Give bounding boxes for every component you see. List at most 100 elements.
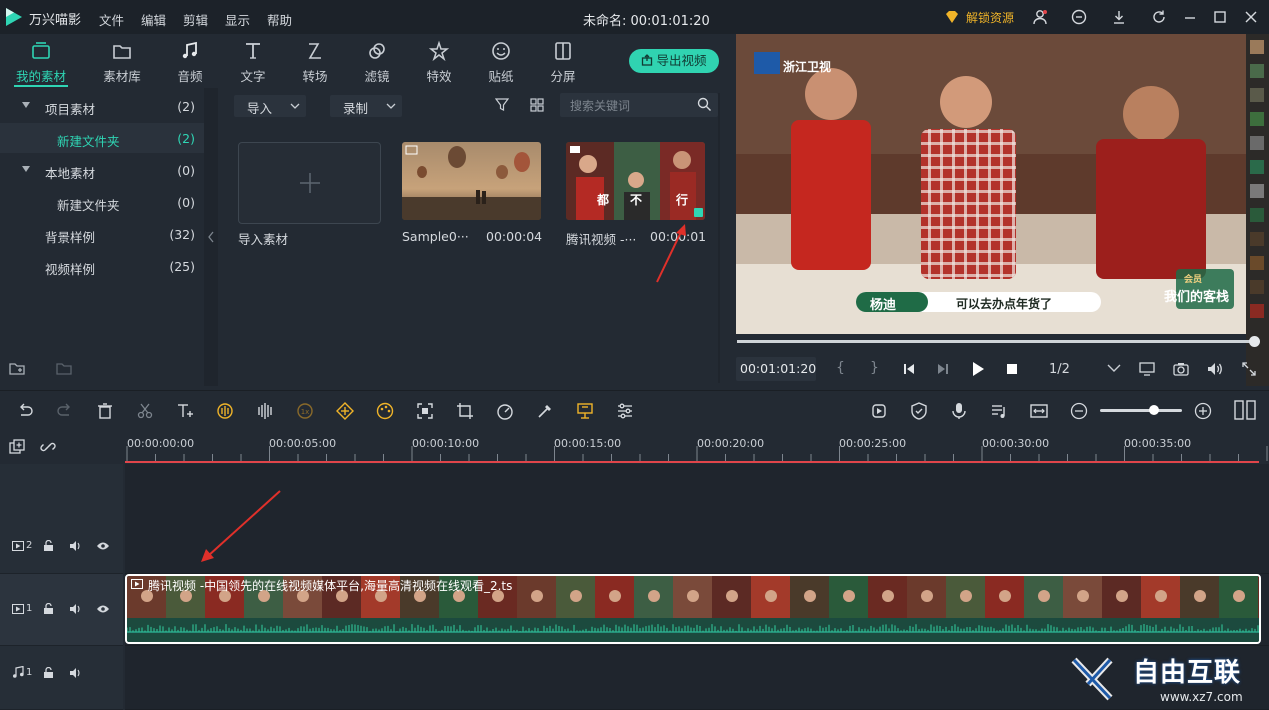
- menu-clip[interactable]: 剪辑: [183, 10, 208, 29]
- volume-icon[interactable]: [1207, 361, 1223, 377]
- maximize-icon[interactable]: [1212, 9, 1228, 25]
- import-dropdown[interactable]: 导入: [234, 95, 306, 117]
- tab-text[interactable]: 文字: [223, 38, 283, 86]
- record-dropdown[interactable]: 录制: [330, 95, 402, 117]
- grid-view-icon[interactable]: [530, 98, 544, 112]
- media-thumb-sample[interactable]: [402, 142, 541, 220]
- layout-toggle-icon[interactable]: [1234, 400, 1256, 420]
- minimize-icon[interactable]: [1182, 9, 1198, 25]
- fullscreen-icon[interactable]: [1241, 361, 1257, 377]
- play-icon[interactable]: [971, 361, 985, 377]
- render-preview-icon[interactable]: [870, 402, 888, 420]
- crop-zoom-icon[interactable]: [416, 402, 434, 420]
- media-thumb-tencent[interactable]: 都 不 行: [566, 142, 705, 220]
- tree-item-new-folder-local[interactable]: 新建文件夹 (0): [0, 187, 204, 217]
- ruler-tick-label: 00:00:05:00: [269, 437, 337, 450]
- tab-my-media[interactable]: 我的素材: [11, 38, 71, 86]
- cut-icon[interactable]: [136, 402, 154, 420]
- lock-icon[interactable]: [43, 603, 54, 615]
- new-folder-icon[interactable]: [9, 360, 25, 376]
- tree-item-count: (2): [177, 99, 195, 114]
- clip-frame-face: [960, 590, 972, 602]
- display-icon[interactable]: [1139, 361, 1155, 377]
- tab-library[interactable]: 素材库: [92, 38, 152, 86]
- annotation-arrow-icon: [201, 490, 281, 562]
- adjust-settings-icon[interactable]: [616, 402, 634, 420]
- menu-file[interactable]: 文件: [99, 10, 124, 29]
- keyframe-icon[interactable]: [336, 402, 354, 420]
- tree-item-project-media[interactable]: 项目素材 (2): [0, 91, 204, 121]
- zoom-slider-track[interactable]: [1100, 409, 1182, 412]
- delete-icon[interactable]: [96, 402, 114, 420]
- annotation-arrow-icon: [656, 224, 686, 283]
- video-preview[interactable]: 浙江卫视 杨迪 可以去办点年货了 会员 我们的客栈: [736, 34, 1246, 334]
- text-tool-icon[interactable]: [176, 402, 194, 420]
- download-icon[interactable]: [1111, 9, 1127, 25]
- color-picker-icon[interactable]: [536, 402, 554, 420]
- color-palette-icon[interactable]: [376, 402, 394, 420]
- eye-icon[interactable]: [96, 604, 110, 614]
- lock-icon[interactable]: [43, 540, 54, 552]
- eye-icon[interactable]: [96, 541, 110, 551]
- menu-view[interactable]: 显示: [225, 10, 250, 29]
- tree-item-local-media[interactable]: 本地素材 (0): [0, 155, 204, 185]
- feedback-icon[interactable]: [1071, 9, 1087, 25]
- user-icon[interactable]: [1032, 9, 1048, 25]
- microphone-icon[interactable]: [950, 402, 968, 420]
- tab-audio[interactable]: 音频: [160, 38, 220, 86]
- mark-in-button[interactable]: {: [836, 360, 845, 376]
- speaker-icon[interactable]: [69, 603, 83, 615]
- folder-icon[interactable]: [56, 360, 72, 376]
- lock-icon[interactable]: [43, 667, 54, 679]
- fit-timeline-icon[interactable]: [1030, 402, 1048, 420]
- speaker-icon[interactable]: [69, 540, 83, 552]
- refresh-icon[interactable]: [1151, 9, 1167, 25]
- search-icon[interactable]: [697, 97, 712, 112]
- import-media-tile[interactable]: [238, 142, 381, 224]
- menu-edit[interactable]: 编辑: [141, 10, 166, 29]
- tab-effects[interactable]: 特效: [409, 38, 469, 86]
- track-video-2[interactable]: [125, 464, 1269, 574]
- speed-icon[interactable]: [496, 402, 514, 420]
- speaker-icon[interactable]: [69, 667, 83, 679]
- preview-quality-select[interactable]: 1/2: [1049, 362, 1070, 377]
- tree-item-background-samples[interactable]: 背景样例 (32): [0, 219, 204, 249]
- stop-icon[interactable]: [1005, 362, 1019, 376]
- panel-splitter[interactable]: [204, 88, 218, 386]
- split-audio-icon[interactable]: [256, 402, 274, 420]
- filter-funnel-icon[interactable]: [495, 98, 509, 112]
- tree-item-label: 新建文件夹: [57, 198, 120, 213]
- tree-item-video-samples[interactable]: 视频样例 (25): [0, 251, 204, 281]
- tree-item-new-folder[interactable]: 新建文件夹 (2): [0, 123, 204, 153]
- zoom-slider-knob[interactable]: [1149, 405, 1159, 415]
- redo-icon[interactable]: [56, 402, 74, 420]
- snapshot-camera-icon[interactable]: [1173, 361, 1189, 377]
- audio-detach-icon[interactable]: [216, 402, 234, 420]
- close-icon[interactable]: [1243, 9, 1259, 25]
- tab-split-screen[interactable]: 分屏: [533, 38, 593, 86]
- shield-icon[interactable]: [910, 402, 928, 420]
- expand-caret-icon[interactable]: [22, 102, 30, 108]
- zoom-in-icon[interactable]: [1194, 402, 1212, 420]
- prev-frame-icon[interactable]: [902, 362, 916, 376]
- voiceover-list-icon[interactable]: [990, 402, 1008, 420]
- chevron-down-icon[interactable]: [1107, 364, 1121, 373]
- speed-badge-icon[interactable]: 1x: [296, 402, 314, 420]
- crop-icon[interactable]: [456, 402, 474, 420]
- undo-icon[interactable]: [16, 402, 34, 420]
- zoom-out-icon[interactable]: [1070, 402, 1088, 420]
- export-button[interactable]: 导出视频: [629, 49, 719, 73]
- add-track-icon[interactable]: [9, 439, 25, 455]
- link-icon[interactable]: [40, 439, 56, 455]
- green-screen-icon[interactable]: [576, 402, 594, 420]
- playback-progress-knob[interactable]: [1249, 336, 1260, 347]
- playback-progress-bar[interactable]: [737, 340, 1254, 343]
- expand-caret-icon[interactable]: [22, 166, 30, 172]
- clip-frame-face: [804, 590, 816, 602]
- next-frame-icon[interactable]: [936, 362, 950, 376]
- mark-out-button[interactable]: }: [870, 360, 879, 376]
- menu-help[interactable]: 帮助: [267, 10, 292, 29]
- tab-transition[interactable]: 转场: [285, 38, 345, 86]
- tab-filter[interactable]: 滤镜: [347, 38, 407, 86]
- tab-sticker[interactable]: 贴纸: [471, 38, 531, 86]
